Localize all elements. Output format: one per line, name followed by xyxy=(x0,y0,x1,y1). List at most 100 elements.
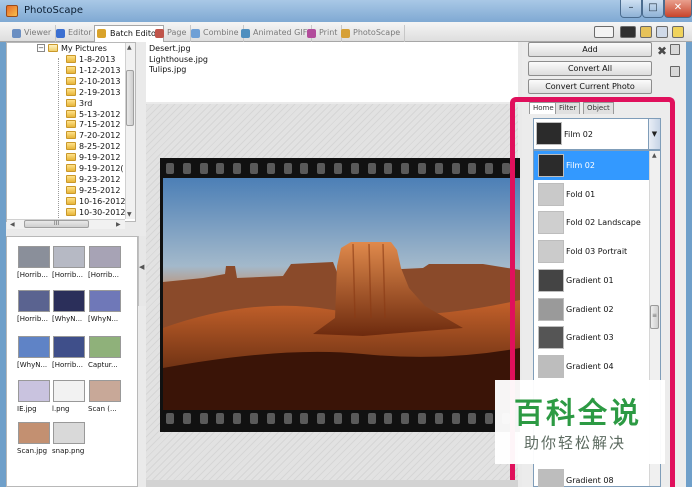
panel-splitter[interactable] xyxy=(138,236,146,306)
minimize-button[interactable]: – xyxy=(620,0,642,18)
folder-icon xyxy=(66,196,76,205)
frame-option[interactable]: Gradient 03 xyxy=(534,323,650,352)
tree-folder-label: 5-13-2012 xyxy=(79,109,121,119)
frame-select[interactable]: Film 02 xyxy=(533,118,661,150)
tree-folder-item[interactable]: 9-19-2012 xyxy=(66,152,120,163)
frame-option[interactable]: Gradient 02 xyxy=(534,295,650,324)
frame-option[interactable]: Film 02 xyxy=(534,151,650,180)
tab-filter[interactable]: Filter xyxy=(555,102,581,114)
tree-collapse-toggle[interactable]: − xyxy=(37,44,45,52)
convert-current-photo-button[interactable]: Convert Current Photo xyxy=(528,79,652,94)
convert-all-button[interactable]: Convert All xyxy=(528,61,652,76)
thumbnail-image[interactable] xyxy=(18,246,50,268)
splitter-arrow-icon[interactable]: ◀ xyxy=(139,263,144,271)
scroll-left-arrow[interactable]: ◀ xyxy=(10,221,15,228)
frame-option-thumbnail xyxy=(538,154,564,177)
thumbnail-image[interactable] xyxy=(53,336,85,358)
film-perforation xyxy=(283,163,292,174)
thumbnail-image[interactable] xyxy=(89,380,121,402)
thumbnail-label: [Horrib... xyxy=(52,271,83,279)
exif-icon[interactable] xyxy=(620,26,636,38)
film-perforation xyxy=(384,163,393,174)
film-perforation xyxy=(317,413,326,424)
tab-object[interactable]: Object xyxy=(583,102,614,114)
thumbnail-image[interactable] xyxy=(18,380,50,402)
thumbnail-image[interactable] xyxy=(18,422,50,444)
thumbnail-image[interactable] xyxy=(53,246,85,268)
toolbar-mode-icon[interactable] xyxy=(594,26,614,38)
tab-icon xyxy=(241,29,250,38)
windows-icon[interactable] xyxy=(656,26,668,38)
thumbnail-image[interactable] xyxy=(18,290,50,312)
close-button[interactable]: ✕ xyxy=(664,0,692,18)
scroll-up-arrow[interactable]: ▲ xyxy=(127,44,132,51)
thumbnail-image[interactable] xyxy=(89,246,121,268)
tree-folder-item[interactable]: 10-30-2012 xyxy=(66,207,126,218)
add-button[interactable]: Add xyxy=(528,42,652,57)
thumbnail-image[interactable] xyxy=(18,336,50,358)
frame-select-value: Film 02 xyxy=(564,130,593,139)
thumbnail-image[interactable] xyxy=(53,290,85,312)
frame-option[interactable]: Fold 02 Landscape xyxy=(534,208,650,237)
frame-option-label: Fold 01 xyxy=(566,189,596,199)
thumbnail-image[interactable] xyxy=(89,290,121,312)
tree-folder-item[interactable]: 10-16-2012 xyxy=(66,196,126,207)
dropdown-scroll-thumb[interactable]: ≡ xyxy=(650,305,659,329)
folder-icon xyxy=(66,131,76,140)
tree-folder-item[interactable]: 8-25-2012 xyxy=(66,141,120,152)
thumbnail-label: [WhyN... xyxy=(88,315,119,323)
film-perforation xyxy=(233,413,242,424)
frame-option[interactable]: Gradient 04 xyxy=(534,352,650,381)
clear-list-icon[interactable] xyxy=(670,44,680,55)
tree-root-item[interactable]: My Pictures xyxy=(48,43,107,54)
help-icon[interactable] xyxy=(672,26,684,38)
thumbnail-image[interactable] xyxy=(89,336,121,358)
frame-option[interactable]: Fold 01 xyxy=(534,180,650,209)
tab-home[interactable]: Home xyxy=(529,102,558,114)
desert-scene xyxy=(163,242,520,410)
folder-icon xyxy=(48,44,58,52)
scroll-right-arrow[interactable]: ▶ xyxy=(116,221,121,228)
tree-folder-item[interactable]: 7-15-2012 xyxy=(66,119,120,130)
file-list-item[interactable]: Tulips.jpg xyxy=(149,65,186,74)
tree-guide-line xyxy=(58,58,59,218)
tree-folder-item[interactable]: 1-8-2013 xyxy=(66,54,115,65)
tree-folder-label: 9-25-2012 xyxy=(79,185,121,195)
chevron-down-icon[interactable]: ▼ xyxy=(648,119,660,149)
maximize-button[interactable]: □ xyxy=(642,0,664,18)
tree-folder-item[interactable]: 9-25-2012 xyxy=(66,185,120,196)
tree-folder-item[interactable]: 5-13-2012 xyxy=(66,109,120,120)
watermark-title: 百科全说 xyxy=(514,396,643,430)
film-perforation xyxy=(434,163,443,174)
tree-folder-item[interactable]: 1-12-2013 xyxy=(66,65,120,76)
tree-folder-item[interactable]: 9-23-2012 xyxy=(66,174,120,185)
folder-icon xyxy=(66,207,76,216)
scroll-up-arrow[interactable]: ▲ xyxy=(652,152,657,159)
film-perforation xyxy=(485,413,494,424)
tree-folder-item[interactable]: 9-19-2012( xyxy=(66,163,124,174)
tree-folder-label: 9-19-2012( xyxy=(79,164,124,173)
tree-vertical-scroll-thumb[interactable] xyxy=(126,70,134,126)
frame-option[interactable]: Gradient 08 xyxy=(534,466,650,487)
file-list-item[interactable]: Lighthouse.jpg xyxy=(149,55,208,64)
folder-icon xyxy=(66,65,76,74)
frame-option[interactable]: Fold 03 Portrait xyxy=(534,237,650,266)
tree-folder-item[interactable]: 3rd xyxy=(66,98,92,109)
thumbnail-image[interactable] xyxy=(53,380,85,402)
remove-icon[interactable]: ✖ xyxy=(657,44,667,58)
file-list-item[interactable]: Desert.jpg xyxy=(149,44,191,53)
film-perforation xyxy=(401,163,410,174)
tree-folder-item[interactable]: 2-10-2013 xyxy=(66,76,120,87)
save-settings-icon[interactable] xyxy=(670,66,680,77)
film-perforation xyxy=(266,163,275,174)
tree-folder-item[interactable]: 7-20-2012 xyxy=(66,130,120,141)
scroll-down-arrow[interactable]: ▼ xyxy=(127,211,132,218)
frame-option[interactable]: Gradient 01 xyxy=(534,266,650,295)
film-perforation xyxy=(216,413,225,424)
tree-folder-label: 3rd xyxy=(79,98,93,108)
thumbnail-image[interactable] xyxy=(53,422,85,444)
tree-folder-item[interactable]: 2-19-2013 xyxy=(66,87,120,98)
folder-icon[interactable] xyxy=(640,26,652,38)
frame-option-label: Gradient 04 xyxy=(566,361,614,371)
tree-horizontal-scroll-thumb[interactable]: III xyxy=(24,220,89,228)
